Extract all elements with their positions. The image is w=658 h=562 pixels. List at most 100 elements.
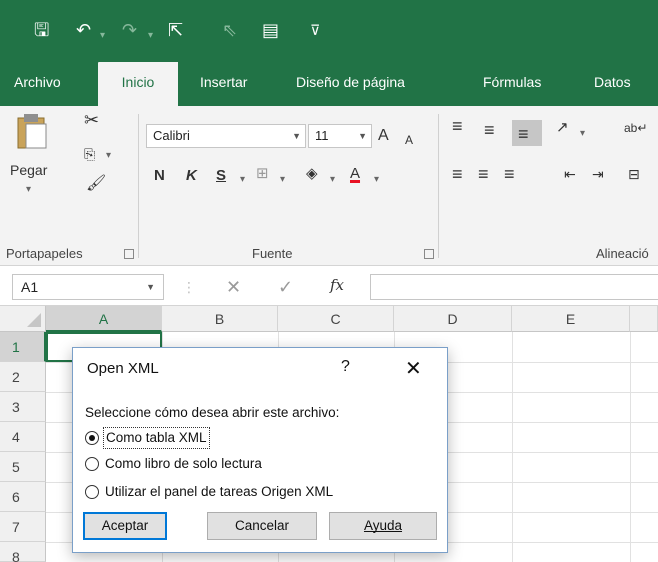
tab-diseno-de-pagina[interactable]: Diseño de página [288,58,413,106]
row-header[interactable]: 4 [0,422,46,452]
font-launcher-icon[interactable] [424,249,434,259]
save-icon[interactable]: 🖫 [34,18,49,42]
close-icon[interactable]: ✕ [405,356,422,381]
enter-entry-icon[interactable]: ✓ [278,276,293,298]
column-header[interactable]: D [394,306,512,332]
italic-button[interactable]: K [186,166,197,186]
align-center-icon[interactable]: ≡ [478,164,489,184]
redo-icon[interactable]: ↷ [122,18,137,42]
align-left-icon[interactable]: ≡ [452,164,463,184]
row-header[interactable]: 1 [0,332,46,362]
dialog-title: Open XML [87,360,159,377]
open-xml-dialog: Open XML ? ✕ Seleccione cómo desea abrir… [72,347,448,553]
customize-toolbar-icon[interactable]: ⊽ [310,18,320,42]
font-group-label: Fuente [252,246,293,261]
align-right-icon[interactable]: ≡ [504,164,515,184]
align-bottom-button[interactable]: ≡ [512,120,542,146]
formula-input[interactable] [370,274,658,300]
help-icon[interactable]: ? [341,358,350,376]
font-size-box[interactable]: 11 ▼ [308,124,372,148]
row-header[interactable]: 6 [0,482,46,512]
align-bottom-icon: ≡ [518,124,529,144]
orientation-icon[interactable]: ↗ [556,118,569,138]
increase-indent-icon[interactable]: ⇥ [592,164,604,184]
select-all-corner[interactable] [0,306,46,332]
copy-dropdown-icon[interactable]: ▾ [106,146,111,166]
borders-dropdown-icon[interactable]: ▾ [280,170,285,190]
radio-button[interactable] [85,485,99,499]
font-color-dropdown-icon[interactable]: ▾ [374,170,379,190]
paste-icon[interactable] [12,112,52,150]
pointer-icon[interactable]: ⇖ [222,18,237,42]
cancel-button[interactable]: Cancelar [207,512,317,540]
align-top-icon[interactable]: ≡ [452,116,463,136]
option-label: Como libro de solo lectura [105,456,262,471]
radio-button[interactable] [85,431,99,445]
formula-bar-grip-icon: ⋮ [182,279,196,295]
accept-button[interactable]: Aceptar [83,512,167,540]
grow-font-button[interactable]: A [378,126,389,146]
grid-line [630,332,631,562]
ribbon-tabs: Archivo Inicio Insertar Diseño de página… [0,58,658,106]
ribbon-separator [138,114,139,258]
shrink-font-button[interactable]: A [405,130,413,150]
merge-center-icon[interactable]: ⊟ [628,164,640,184]
tab-inicio[interactable]: Inicio [98,62,178,106]
tab-archivo[interactable]: Archivo [6,58,69,106]
option-label: Como tabla XML [103,427,210,449]
font-color-button[interactable]: A [350,164,360,184]
paste-label[interactable]: Pegar [10,160,47,180]
font-size-value: 11 [315,128,329,143]
row-header[interactable]: 3 [0,392,46,422]
format-painter-icon[interactable]: 🖌 [86,174,106,194]
chevron-down-icon: ▼ [146,282,155,292]
tab-insertar[interactable]: Insertar [192,58,255,106]
underline-dropdown-icon[interactable]: ▾ [240,170,245,190]
radio-button[interactable] [85,457,99,471]
insert-function-button[interactable]: fx [330,276,344,294]
borders-icon[interactable]: ⊞ [256,164,269,184]
orientation-dropdown-icon[interactable]: ▾ [580,124,585,144]
tab-datos[interactable]: Datos [586,58,639,106]
formula-bar: A1 ▼ ⋮ ✕ ✓ fx [0,266,658,306]
share-icon[interactable]: ⇱ [168,18,183,42]
row-header[interactable]: 2 [0,362,46,392]
wrap-text-icon[interactable]: ab↵ [624,118,647,138]
column-header[interactable]: B [162,306,278,332]
undo-icon[interactable]: ↶ [76,18,91,42]
undo-dropdown-icon[interactable]: ▾ [100,24,105,48]
fill-color-icon[interactable]: ◈ [306,164,318,184]
chevron-down-icon: ▼ [292,131,301,141]
column-header[interactable]: A [46,306,162,332]
underline-button[interactable]: S [216,166,226,186]
grid-line [512,332,513,562]
chevron-down-icon: ▼ [358,131,367,141]
column-header[interactable]: C [278,306,394,332]
name-box[interactable]: A1 ▼ [12,274,164,300]
cancel-entry-icon[interactable]: ✕ [226,276,241,298]
ribbon: Pegar ▾ ✂ ⎘ ▾ 🖌 Portapapeles Calibri ▼ 1… [0,106,658,266]
form-icon[interactable]: ▤ [262,18,279,42]
dialog-prompt: Seleccione cómo desea abrir este archivo… [85,405,340,420]
option-label: Utilizar el panel de tareas Origen XML [105,484,334,499]
ribbon-separator [438,114,439,258]
clipboard-group-label: Portapapeles [6,246,83,261]
cut-icon[interactable]: ✂ [84,110,99,130]
fill-color-dropdown-icon[interactable]: ▾ [330,170,335,190]
clipboard-launcher-icon[interactable] [124,249,134,259]
column-header[interactable]: E [512,306,630,332]
row-header[interactable]: 5 [0,452,46,482]
alignment-group-label: Alineació [596,246,649,261]
bold-button[interactable]: N [154,166,165,186]
paste-dropdown-icon[interactable]: ▾ [26,180,31,200]
tab-formulas[interactable]: Fórmulas [475,58,549,106]
redo-dropdown-icon[interactable]: ▾ [148,24,153,48]
column-header[interactable] [630,306,658,332]
copy-icon[interactable]: ⎘ [84,144,95,164]
help-button[interactable]: Ayuda [329,512,437,540]
font-name-box[interactable]: Calibri ▼ [146,124,306,148]
decrease-indent-icon[interactable]: ⇤ [564,164,576,184]
row-header[interactable]: 8 [0,542,46,562]
row-header[interactable]: 7 [0,512,46,542]
align-middle-icon[interactable]: ≡ [484,120,495,140]
